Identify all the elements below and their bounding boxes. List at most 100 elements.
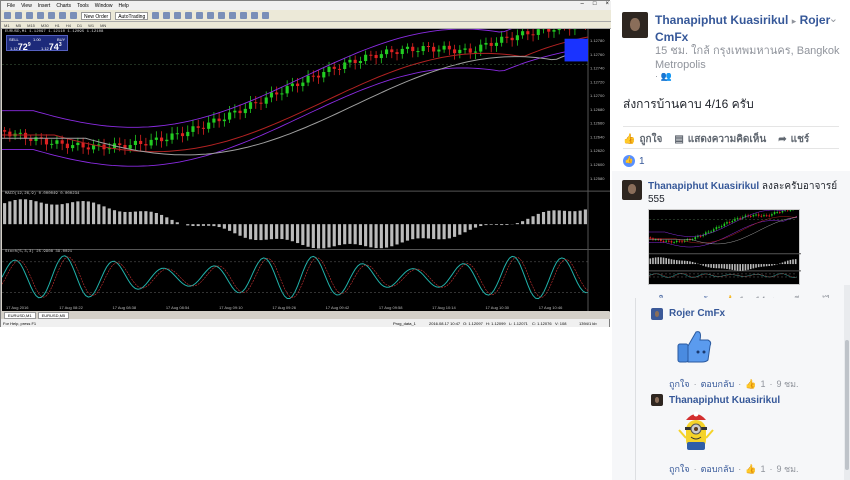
new-chart-icon[interactable] — [4, 12, 11, 19]
restore-icon[interactable]: □ — [593, 1, 597, 7]
templates-icon[interactable] — [262, 12, 270, 19]
tf-m15[interactable]: M15 — [27, 23, 35, 28]
time-axis-label: 17 Aug 08:22 — [59, 305, 83, 310]
bid-price[interactable]: 1.12729 — [10, 42, 31, 52]
reply-time[interactable]: 9 ชม. — [776, 462, 798, 476]
tab-eurusd-m5[interactable]: EURUSD,M5 — [37, 312, 70, 319]
price-axis-label: 1.12780 — [590, 38, 605, 43]
post-actions: 👍 ถูกใจ ▤ แสดงความคิดเห็น ➦ แชร์ — [623, 132, 839, 147]
tf-m1[interactable]: M1 — [4, 23, 10, 28]
reply-time[interactable]: 9 ชม. — [776, 377, 798, 391]
macd-bar — [552, 210, 556, 225]
price-axis-label: 1.12700 — [590, 93, 605, 98]
autotrading-button[interactable]: AutoTrading — [115, 11, 149, 20]
data-window-icon[interactable] — [37, 12, 44, 19]
ask-price[interactable]: 1.12743 — [41, 42, 62, 52]
author-avatar[interactable] — [622, 12, 648, 38]
moving-average-line — [2, 47, 589, 156]
reply-like-count[interactable]: 1 — [760, 464, 765, 474]
scrollbar-thumb[interactable] — [845, 340, 849, 470]
comment-chart-image[interactable] — [648, 205, 801, 285]
tf-m30[interactable]: M30 — [41, 23, 49, 28]
menu-charts[interactable]: Charts — [56, 3, 71, 9]
like-label: ถูกใจ — [639, 134, 663, 145]
macd-bar — [694, 262, 697, 265]
candle-body — [348, 59, 352, 63]
commenter-avatar[interactable] — [622, 180, 642, 200]
privacy-icon[interactable]: · 👥 — [655, 71, 672, 82]
profiles-icon[interactable] — [15, 12, 22, 19]
candle-body — [191, 126, 195, 132]
indicators-icon[interactable] — [240, 12, 248, 19]
reply-reply-link[interactable]: ตอบกลับ — [701, 462, 735, 476]
candle-body — [515, 35, 519, 41]
chart-shift-icon[interactable] — [229, 12, 237, 19]
tab-eurusd-m1[interactable]: EURUSD,M1 — [4, 312, 36, 319]
tf-h4[interactable]: H4 — [66, 23, 71, 28]
candle-body — [781, 210, 784, 213]
tf-m5[interactable]: M5 — [16, 23, 22, 28]
macd-bar — [3, 203, 7, 225]
zoom-out-icon[interactable] — [196, 12, 204, 19]
mt4-menubar: File View Insert Charts Tools Window Hel… — [1, 1, 611, 10]
reply-author-name-link[interactable]: Rojer CmFx — [669, 308, 725, 319]
candle-body — [458, 49, 462, 54]
tf-h1[interactable]: H1 — [55, 23, 60, 28]
macd-bar — [662, 257, 665, 265]
tf-w1[interactable]: W1 — [88, 23, 94, 28]
author-name-link[interactable]: Thanapiphut Kuasirikul — [655, 13, 788, 27]
menu-file[interactable]: File — [7, 3, 15, 9]
menu-tools[interactable]: Tools — [77, 3, 89, 9]
reply-avatar[interactable] — [651, 394, 663, 406]
minimize-icon[interactable]: – — [581, 1, 584, 7]
tile-windows-icon[interactable] — [207, 12, 215, 19]
terminal-icon[interactable] — [59, 12, 66, 19]
candle-body — [180, 133, 185, 137]
menu-help[interactable]: Help — [119, 3, 129, 9]
candle-body — [736, 218, 739, 220]
navigator-icon[interactable] — [48, 12, 55, 19]
post-meta[interactable]: 15 ชม. ใกล้ กรุงเทพมหานคร, Bangkok Metro… — [655, 44, 840, 72]
candle-body — [44, 138, 49, 145]
line-chart-icon[interactable] — [174, 12, 182, 19]
reply-author-name-link[interactable]: Thanapiphut Kuasirikul — [669, 395, 780, 406]
reply-like-count[interactable]: 1 — [760, 379, 765, 389]
candle-body — [222, 119, 226, 122]
candle-body — [765, 215, 768, 217]
bar-chart-icon[interactable] — [152, 12, 160, 19]
like-button[interactable]: 👍 ถูกใจ — [623, 132, 662, 147]
macd-bar — [275, 224, 279, 239]
reply-like-link[interactable]: ถูกใจ — [669, 462, 690, 476]
menu-window[interactable]: Window — [95, 3, 113, 9]
lot-value[interactable]: 1.00 — [33, 37, 41, 42]
menu-insert[interactable]: Insert — [38, 3, 51, 9]
candle-chart-icon[interactable] — [163, 12, 171, 19]
one-click-trading-panel[interactable]: SELL 1.00 BUY 1.12729 1.12743 — [6, 35, 68, 52]
status-bar: For Help, press F1 Prog_data_1 2016.08.1… — [1, 319, 609, 327]
macd-bar — [771, 264, 773, 266]
price-chart[interactable]: 1.12780 1.12760 1.12740 1.12720 1.12700 1.126… — [2, 29, 610, 311]
candle-body — [322, 71, 326, 78]
macd-bar — [71, 202, 75, 225]
reactions-summary[interactable]: 👍 1 — [623, 155, 645, 167]
macd-bar — [747, 264, 749, 270]
periods-icon[interactable] — [251, 12, 259, 19]
menu-view[interactable]: View — [21, 3, 32, 9]
close-icon[interactable]: × — [605, 1, 609, 7]
reply-reply-link[interactable]: ตอบกลับ — [701, 377, 735, 391]
new-order-button[interactable]: New Order — [81, 11, 112, 20]
reply-like-link[interactable]: ถูกใจ — [669, 377, 690, 391]
candle-body — [536, 29, 540, 35]
commenter-name-link[interactable]: Thanapiphut Kuasirikul — [648, 181, 759, 192]
tf-mn[interactable]: MN — [100, 23, 106, 28]
tf-d1[interactable]: D1 — [77, 23, 82, 28]
market-watch-icon[interactable] — [26, 12, 33, 19]
scrollbar[interactable] — [844, 285, 850, 480]
autoscroll-icon[interactable] — [218, 12, 226, 19]
zoom-in-icon[interactable] — [185, 12, 193, 19]
chevron-down-icon[interactable]: ⌄ — [829, 12, 838, 25]
tester-icon[interactable] — [70, 12, 77, 19]
share-button[interactable]: ➦ แชร์ — [778, 132, 809, 147]
comment-button[interactable]: ▤ แสดงความคิดเห็น — [674, 132, 766, 147]
reply-avatar[interactable] — [651, 308, 663, 320]
